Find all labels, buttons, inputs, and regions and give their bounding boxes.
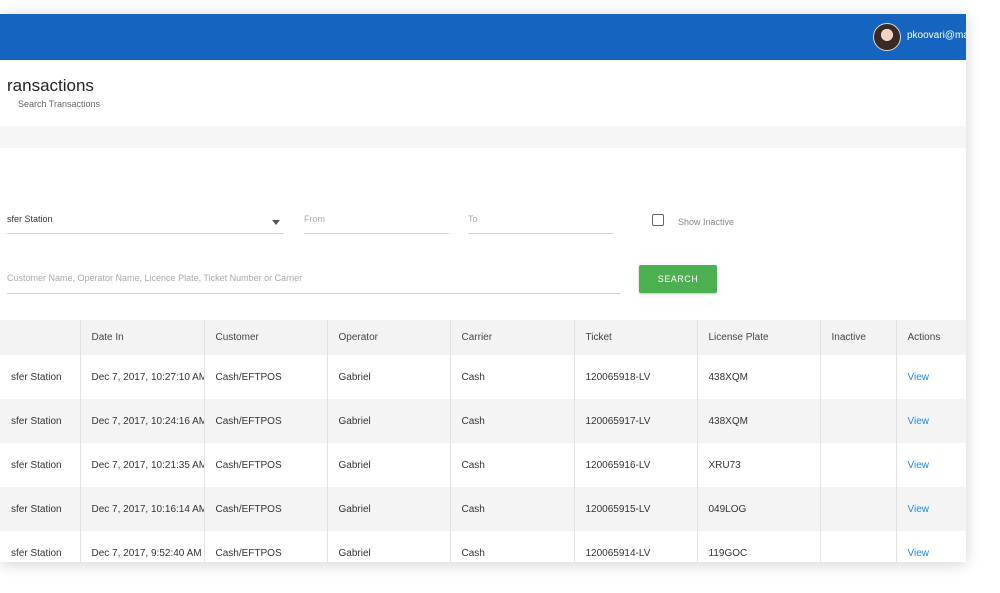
cell-date-in: Dec 7, 2017, 10:21:35 AM	[80, 443, 205, 487]
cell-inactive	[820, 443, 897, 487]
cell-carrier: Cash	[450, 443, 575, 487]
section-divider	[0, 126, 966, 148]
table-row[interactable]: sfer Station Dec 7, 2017, 10:16:14 AM Ca…	[0, 487, 966, 531]
cell-license-plate: 438XQM	[697, 399, 821, 443]
column-header-inactive[interactable]: Inactive	[820, 320, 897, 355]
cell-operator: Gabriel	[327, 487, 451, 531]
app-window: pkoovari@ma ransactions Search Transacti…	[0, 14, 966, 562]
cell-inactive	[820, 355, 897, 399]
cell-actions: View	[896, 531, 966, 562]
cell-ticket: 120065914-LV	[574, 531, 698, 562]
cell-operator: Gabriel	[327, 399, 451, 443]
cell-customer: Cash/EFTPOS	[204, 487, 328, 531]
cell-station: sfer Station	[0, 355, 81, 399]
cell-license-plate: 119GOC	[697, 531, 821, 562]
column-header-carrier[interactable]: Carrier	[450, 320, 575, 355]
search-button[interactable]: SEARCH	[639, 265, 717, 293]
cell-inactive	[820, 487, 897, 531]
column-header-license-plate[interactable]: License Plate	[697, 320, 821, 355]
cell-actions: View	[896, 399, 966, 443]
show-inactive-checkbox[interactable]	[652, 214, 664, 226]
to-date-input[interactable]: To	[468, 214, 613, 234]
cell-carrier: Cash	[450, 531, 575, 562]
cell-customer: Cash/EFTPOS	[204, 531, 328, 562]
cell-date-in: Dec 7, 2017, 9:52:40 AM	[80, 531, 205, 562]
cell-operator: Gabriel	[327, 443, 451, 487]
column-header-station	[0, 320, 81, 355]
cell-station: sfer Station	[0, 487, 81, 531]
view-link[interactable]: View	[908, 548, 930, 559]
cell-inactive	[820, 531, 897, 562]
cell-actions: View	[896, 443, 966, 487]
column-header-customer[interactable]: Customer	[204, 320, 328, 355]
cell-operator: Gabriel	[327, 531, 451, 562]
column-header-operator[interactable]: Operator	[327, 320, 451, 355]
breadcrumb[interactable]: Search Transactions	[18, 99, 100, 109]
cell-customer: Cash/EFTPOS	[204, 443, 328, 487]
search-input-placeholder: Customer Name, Operator Name, Licence Pl…	[7, 273, 303, 283]
cell-ticket: 120065918-LV	[574, 355, 698, 399]
user-name[interactable]: pkoovari@ma	[907, 30, 966, 41]
table-row[interactable]: sfer Station Dec 7, 2017, 10:21:35 AM Ca…	[0, 443, 966, 487]
table-row[interactable]: sfer Station Dec 7, 2017, 10:24:16 AM Ca…	[0, 399, 966, 443]
column-header-date-in[interactable]: Date In	[80, 320, 205, 355]
cell-carrier: Cash	[450, 355, 575, 399]
transactions-table: Date In Customer Operator Carrier Ticket…	[0, 320, 966, 562]
cell-customer: Cash/EFTPOS	[204, 355, 328, 399]
from-date-input[interactable]: From	[304, 214, 449, 234]
table-row[interactable]: sfer Station Dec 7, 2017, 9:52:40 AM Cas…	[0, 531, 966, 562]
table-row[interactable]: sfer Station Dec 7, 2017, 10:27:10 AM Ca…	[0, 355, 966, 399]
cell-carrier: Cash	[450, 487, 575, 531]
table-header-row: Date In Customer Operator Carrier Ticket…	[0, 320, 966, 355]
cell-date-in: Dec 7, 2017, 10:27:10 AM	[80, 355, 205, 399]
page-header: ransactions Search Transactions	[0, 60, 966, 126]
station-select-value: sfer Station	[7, 214, 53, 224]
cell-date-in: Dec 7, 2017, 10:16:14 AM	[80, 487, 205, 531]
search-input[interactable]: Customer Name, Operator Name, Licence Pl…	[7, 273, 620, 294]
cell-license-plate: XRU73	[697, 443, 821, 487]
cell-customer: Cash/EFTPOS	[204, 399, 328, 443]
page-title: ransactions	[7, 76, 94, 95]
view-link[interactable]: View	[908, 504, 930, 515]
app-bar: pkoovari@ma	[0, 14, 966, 60]
column-header-ticket[interactable]: Ticket	[574, 320, 698, 355]
show-inactive-label[interactable]: Show Inactive	[678, 217, 734, 227]
cell-date-in: Dec 7, 2017, 10:24:16 AM	[80, 399, 205, 443]
cell-carrier: Cash	[450, 399, 575, 443]
view-link[interactable]: View	[908, 372, 930, 383]
cell-station: sfer Station	[0, 443, 81, 487]
cell-license-plate: 049LOG	[697, 487, 821, 531]
cell-ticket: 120065917-LV	[574, 399, 698, 443]
view-link[interactable]: View	[908, 416, 930, 427]
cell-station: sfer Station	[0, 399, 81, 443]
from-date-placeholder: From	[304, 214, 325, 224]
cell-license-plate: 438XQM	[697, 355, 821, 399]
user-avatar[interactable]	[873, 23, 901, 51]
cell-actions: View	[896, 355, 966, 399]
cell-actions: View	[896, 487, 966, 531]
cell-inactive	[820, 399, 897, 443]
column-header-actions: Actions	[896, 320, 966, 355]
search-filters: sfer Station From To Show Inactive Custo…	[0, 148, 966, 320]
cell-operator: Gabriel	[327, 355, 451, 399]
cell-station: sfer Station	[0, 531, 81, 562]
to-date-placeholder: To	[468, 214, 478, 224]
view-link[interactable]: View	[908, 460, 930, 471]
cell-ticket: 120065915-LV	[574, 487, 698, 531]
cell-ticket: 120065916-LV	[574, 443, 698, 487]
chevron-down-icon[interactable]	[272, 220, 280, 225]
station-select[interactable]: sfer Station	[7, 214, 284, 234]
